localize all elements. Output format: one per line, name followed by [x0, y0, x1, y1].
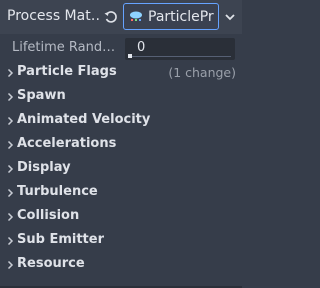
section-label: Display [17, 160, 71, 175]
section-display[interactable]: Display [0, 158, 242, 182]
change-count: (1 change) [168, 65, 236, 80]
resource-picker-label: ParticlePr [148, 9, 214, 25]
lifetime-randomness-slider[interactable]: 0 [125, 38, 235, 60]
chevron-right-icon [7, 140, 14, 150]
chevron-right-icon [7, 260, 14, 270]
section-spawn[interactable]: Spawn [0, 86, 242, 110]
property-title: Process Mat… [7, 8, 99, 24]
chevron-right-icon [7, 68, 14, 78]
resource-picker-button[interactable]: ParticlePr [123, 3, 219, 30]
section-label: Sub Emitter [17, 232, 104, 247]
section-collision[interactable]: Collision [0, 206, 242, 230]
revert-icon[interactable] [104, 10, 118, 24]
slider-track[interactable] [129, 56, 231, 57]
lifetime-randomness-label: Lifetime Rand… [12, 40, 116, 55]
section-label: Particle Flags [17, 64, 117, 79]
slider-grabber[interactable] [128, 54, 132, 58]
lifetime-randomness-value[interactable]: 0 [137, 40, 145, 55]
chevron-down-icon[interactable] [224, 12, 236, 22]
section-label: Resource [17, 256, 85, 271]
lifetime-randomness-row: Lifetime Rand… 0 [0, 36, 242, 62]
section-label: Accelerations [17, 136, 117, 151]
chevron-right-icon [7, 92, 14, 102]
chevron-right-icon [7, 236, 14, 246]
section-sub-emitter[interactable]: Sub Emitter [0, 230, 242, 254]
inspector-header: Process Mat… ParticlePr [0, 0, 242, 34]
section-animated-velocity[interactable]: Animated Velocity [0, 110, 242, 134]
chevron-right-icon [7, 212, 14, 222]
section-label: Spawn [17, 88, 66, 103]
section-label: Collision [17, 208, 80, 223]
chevron-right-icon [7, 164, 14, 174]
section-accelerations[interactable]: Accelerations [0, 134, 242, 158]
particle-process-material-icon [130, 11, 142, 21]
chevron-right-icon [7, 188, 14, 198]
section-resource[interactable]: Resource [0, 254, 242, 278]
section-label: Turbulence [17, 184, 98, 199]
chevron-right-icon [7, 116, 14, 126]
section-particle-flags[interactable]: Particle Flags (1 change) [0, 62, 242, 86]
section-label: Animated Velocity [17, 112, 151, 127]
section-turbulence[interactable]: Turbulence [0, 182, 242, 206]
